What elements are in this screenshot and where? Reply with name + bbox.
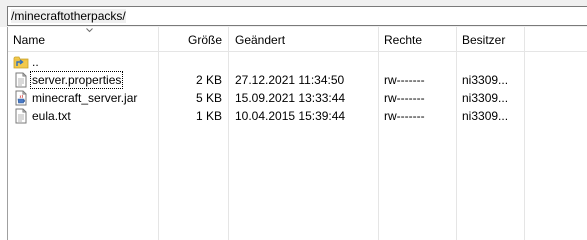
file-row-parent[interactable]: ..	[8, 53, 587, 71]
file-row[interactable]: eula.txt 1 KB 10.04.2015 15:39:44 rw----…	[8, 107, 587, 125]
sort-chevron-down-icon	[86, 28, 93, 33]
file-rights: rw-------	[384, 91, 425, 105]
folder-up-icon	[13, 56, 29, 69]
path-text: /minecraftotherpacks/	[11, 9, 126, 23]
file-modified: 10.04.2015 15:39:44	[235, 109, 346, 123]
file-rights: rw-------	[384, 109, 425, 123]
text-file-icon	[15, 72, 27, 88]
column-owner[interactable]: Besitzer	[462, 27, 522, 51]
file-owner: ni3309...	[462, 91, 509, 105]
column-size[interactable]: Größe	[160, 27, 222, 51]
column-owner-label: Besitzer	[462, 33, 506, 47]
path-input[interactable]: /minecraftotherpacks/	[7, 6, 587, 26]
file-list[interactable]: Name Größe Geändert Rechte Besitzer .. s…	[7, 27, 587, 240]
file-owner: ni3309...	[462, 73, 509, 87]
column-name[interactable]: Name	[13, 27, 158, 51]
file-rights: rw-------	[384, 73, 425, 87]
file-name: ..	[32, 55, 39, 69]
column-header: Name Größe Geändert Rechte Besitzer	[8, 27, 587, 52]
file-owner: ni3309...	[462, 109, 509, 123]
file-modified: 15.09.2021 13:33:44	[235, 91, 346, 105]
file-size: 5 KB	[195, 91, 222, 105]
file-modified: 27.12.2021 11:34:50	[235, 73, 345, 87]
file-size: 1 KB	[195, 109, 222, 123]
file-name: minecraft_server.jar	[32, 91, 138, 105]
java-file-icon	[15, 90, 27, 106]
file-row[interactable]: server.properties 2 KB 27.12.2021 11:34:…	[8, 71, 587, 89]
file-row[interactable]: minecraft_server.jar 5 KB 15.09.2021 13:…	[8, 89, 587, 107]
file-size: 2 KB	[195, 73, 222, 87]
text-file-icon	[15, 108, 27, 124]
file-name: eula.txt	[32, 109, 71, 123]
column-size-label: Größe	[187, 33, 222, 47]
column-modified-label: Geändert	[235, 33, 286, 47]
file-name: server.properties	[30, 71, 124, 89]
column-modified[interactable]: Geändert	[235, 27, 380, 51]
column-rights[interactable]: Rechte	[384, 27, 454, 51]
path-bar: /minecraftotherpacks/	[0, 0, 587, 27]
column-rights-label: Rechte	[384, 33, 423, 47]
column-name-label: Name	[13, 33, 46, 47]
